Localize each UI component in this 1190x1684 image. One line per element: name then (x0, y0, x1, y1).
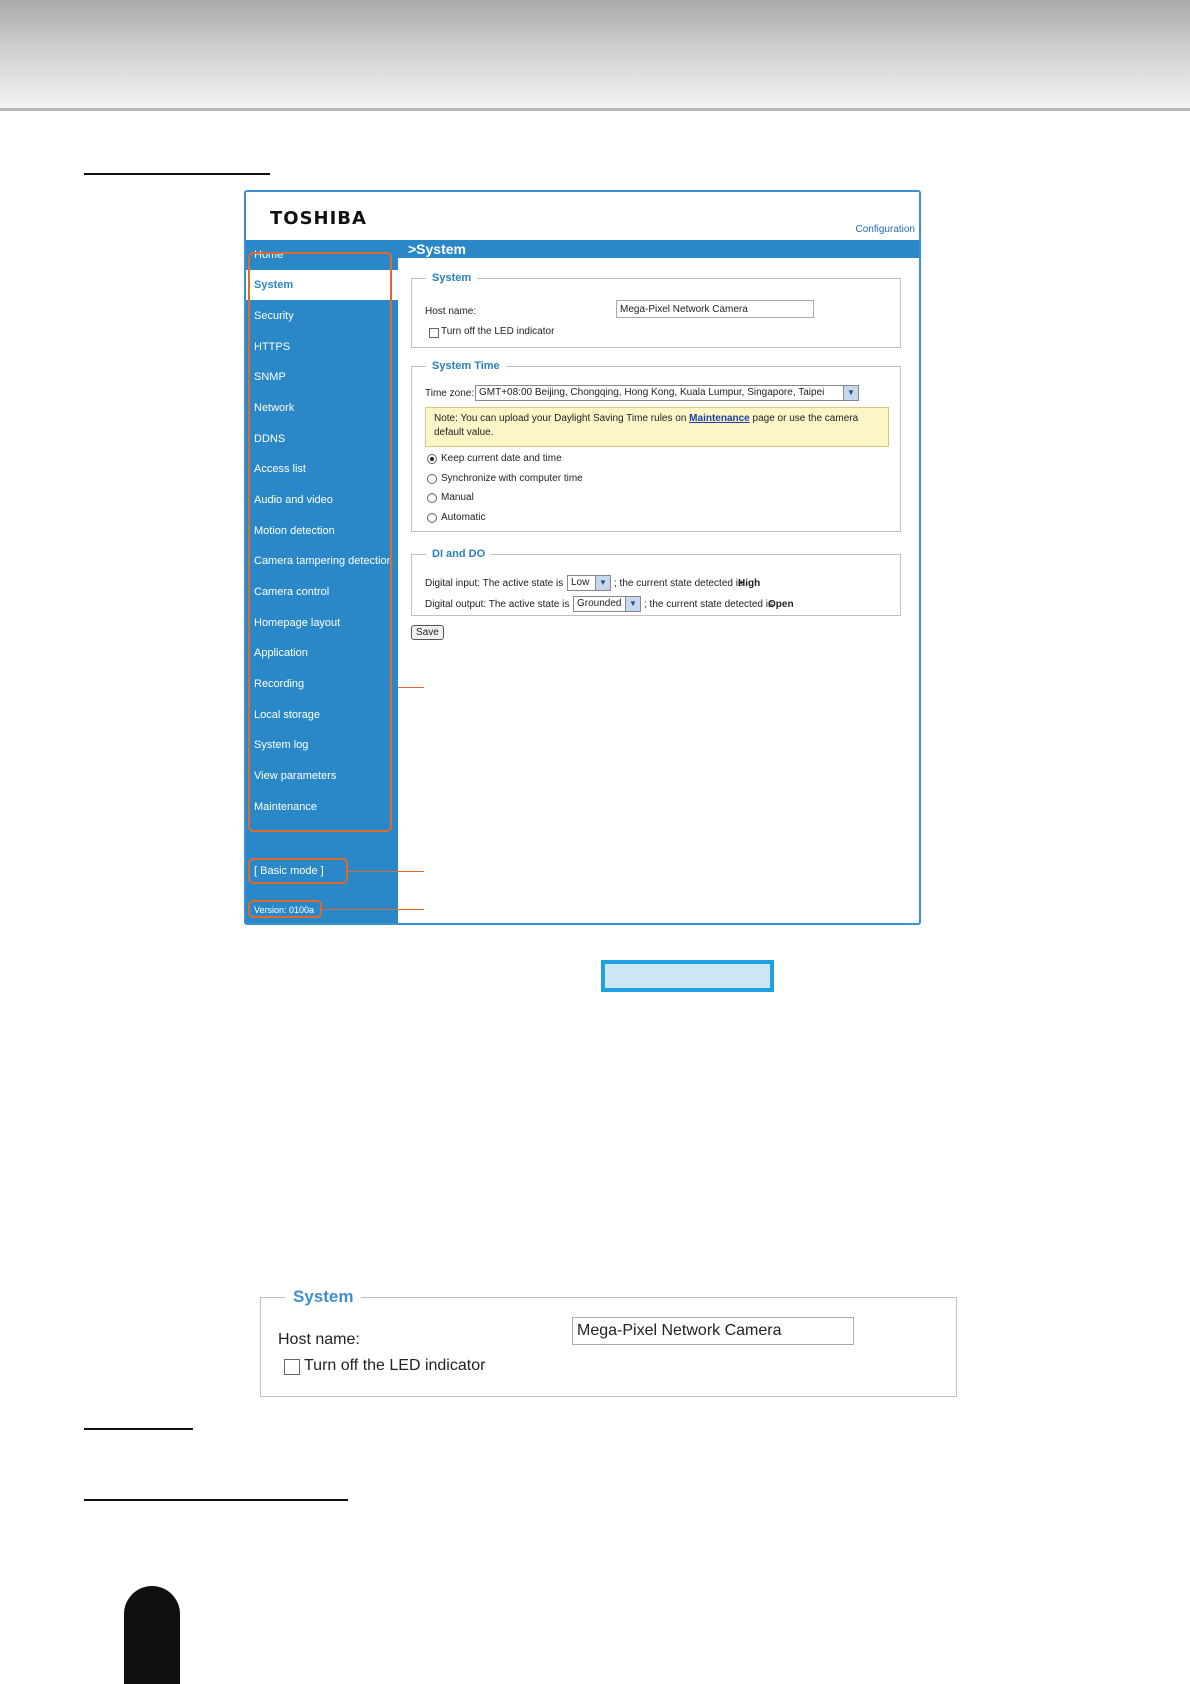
di-do-legend: DI and DO (432, 548, 486, 560)
host-name-label: Host name: (425, 306, 477, 317)
zoomed-led-checkbox[interactable] (284, 1359, 300, 1375)
led-checkbox[interactable] (429, 328, 439, 338)
camera-config-screenshot: TOSHIBA Configuration Home System Securi… (244, 190, 921, 925)
digital-input-label: Digital input: The active state is (425, 578, 564, 589)
version-callout-box (248, 900, 322, 918)
time-zone-select[interactable]: GMT+08:00 Beijing, Chongqing, Hong Kong,… (475, 385, 859, 401)
led-label: Turn off the LED indicator (441, 326, 555, 337)
digital-output-select[interactable]: Grounded ▼ (573, 596, 641, 612)
basic-mode-callout-box (248, 858, 348, 884)
menu-callout-box (248, 252, 392, 832)
save-button[interactable]: Save (411, 625, 444, 640)
radio-manual[interactable] (427, 493, 437, 503)
radio-sync-computer[interactable] (427, 474, 437, 484)
option-keep-current-label: Keep current date and time (441, 453, 562, 464)
digital-output-state: Open (768, 599, 794, 610)
menu-callout-line (398, 687, 424, 688)
host-name-input[interactable]: Mega-Pixel Network Camera (616, 300, 814, 318)
digital-input-value: Low (571, 577, 590, 588)
digital-input-state-text: ; the current state detected is (614, 578, 743, 589)
chevron-down-icon: ▼ (595, 576, 610, 590)
option-automatic-label: Automatic (441, 512, 486, 523)
heading-underline (84, 173, 270, 175)
digital-input-select[interactable]: Low ▼ (567, 575, 611, 591)
radio-automatic[interactable] (427, 513, 437, 523)
radio-keep-current[interactable] (427, 454, 437, 464)
digital-output-state-text: ; the current state detected is (644, 599, 773, 610)
version-callout-line (322, 909, 424, 910)
section-underline-2 (84, 1499, 348, 1501)
sidebar: Home System Security HTTPS SNMP Network … (246, 240, 398, 923)
system-time-legend: System Time (432, 360, 500, 372)
page-header-band (0, 0, 1190, 111)
configuration-link[interactable]: Configuration (856, 224, 915, 235)
chevron-down-icon: ▼ (625, 597, 640, 611)
zoomed-system-panel: System Host name: Mega-Pixel Network Cam… (260, 1287, 957, 1397)
zoomed-system-legend: System (293, 1287, 354, 1306)
caption-highlight-box (601, 960, 774, 992)
digital-output-label: Digital output: The active state is (425, 599, 570, 610)
system-legend: System (432, 272, 472, 284)
digital-output-value: Grounded (577, 598, 622, 609)
zoomed-host-name-input[interactable]: Mega-Pixel Network Camera (572, 1317, 854, 1345)
section-underline-1 (84, 1428, 193, 1430)
dst-note: Note: You can upload your Daylight Savin… (425, 407, 889, 447)
zoomed-led-label: Turn off the LED indicator (304, 1357, 486, 1374)
zoomed-host-name-label: Host name: (278, 1331, 360, 1348)
brand-bar: TOSHIBA Configuration (246, 192, 919, 240)
toshiba-logo: TOSHIBA (270, 208, 367, 229)
page-tab-marker (124, 1586, 180, 1684)
time-zone-value: GMT+08:00 Beijing, Chongqing, Hong Kong,… (479, 387, 825, 398)
basic-mode-callout-line (348, 871, 424, 872)
chevron-down-icon: ▼ (843, 386, 858, 400)
option-sync-computer-label: Synchronize with computer time (441, 473, 583, 484)
digital-input-state: High (738, 578, 761, 589)
dst-note-prefix: Note: You can upload your Daylight Savin… (434, 413, 687, 424)
page-title: >System (398, 240, 919, 258)
time-zone-label: Time zone: (425, 388, 475, 399)
option-manual-label: Manual (441, 492, 474, 503)
maintenance-link[interactable]: Maintenance (689, 413, 750, 424)
